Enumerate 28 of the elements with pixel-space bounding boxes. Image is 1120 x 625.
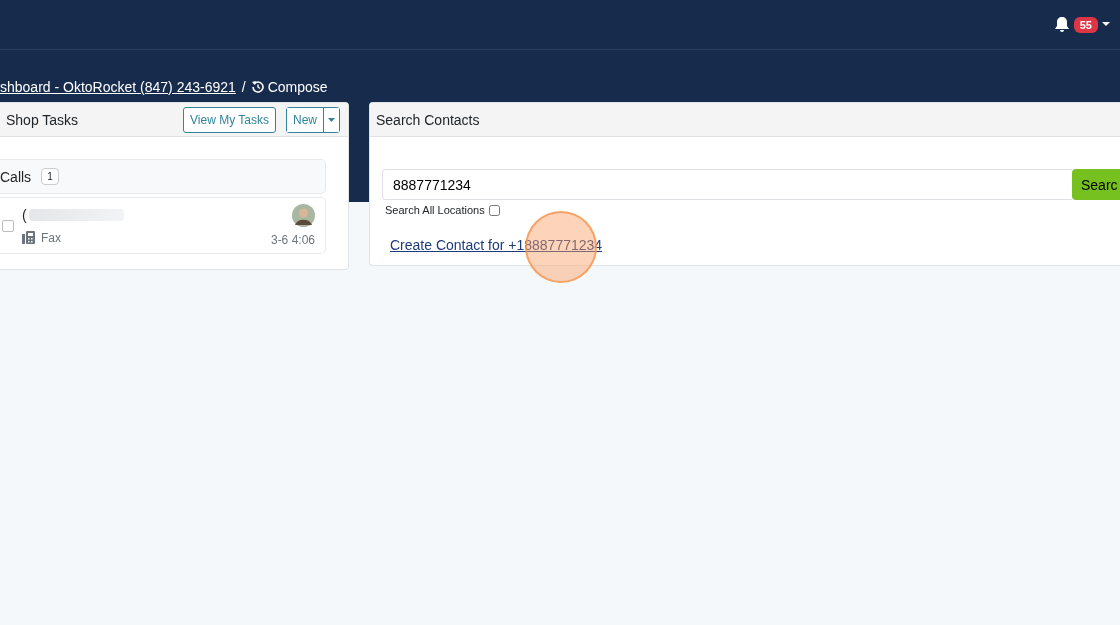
dropdown-toggle[interactable] [323,107,339,132]
task-item[interactable]: ( Fax 3-6 4:06 [0,197,326,254]
card-title: Shop Tasks [6,111,79,128]
view-tasks-button[interactable]: View My Tasks [183,106,276,133]
card-title: Search Contacts [376,111,480,128]
search-field[interactable]: 8887771234 [382,169,1072,200]
task-name: ( [22,206,27,223]
task-time: 3-6 4:06 [270,233,315,247]
task-type: Fax [41,230,61,245]
bell-icon[interactable] [1053,16,1070,33]
breadcrumb-link[interactable]: shboard - OktoRocket (847) 243-6921 [0,78,236,95]
notification-badge: 55 [1073,16,1098,33]
breadcrumb-current: Compose [267,78,328,95]
history-icon [251,80,264,93]
count-badge: 1 [41,168,59,185]
fax-icon [22,231,35,244]
group-header[interactable]: Calls 1 [0,159,326,194]
create-contact-link[interactable]: Create Contact for +18887771234 [390,237,603,253]
checkbox[interactable] [488,204,500,216]
checkbox-label: Search All Locations [385,204,485,216]
caret-icon [328,117,335,122]
breadcrumb-separator: / [241,78,246,95]
search-button[interactable]: Searc [1072,169,1120,200]
new-button[interactable]: New [287,107,323,132]
avatar [292,204,315,227]
checkbox[interactable] [2,219,14,232]
group-title: Calls [0,168,32,185]
caret-icon[interactable] [1102,22,1110,27]
